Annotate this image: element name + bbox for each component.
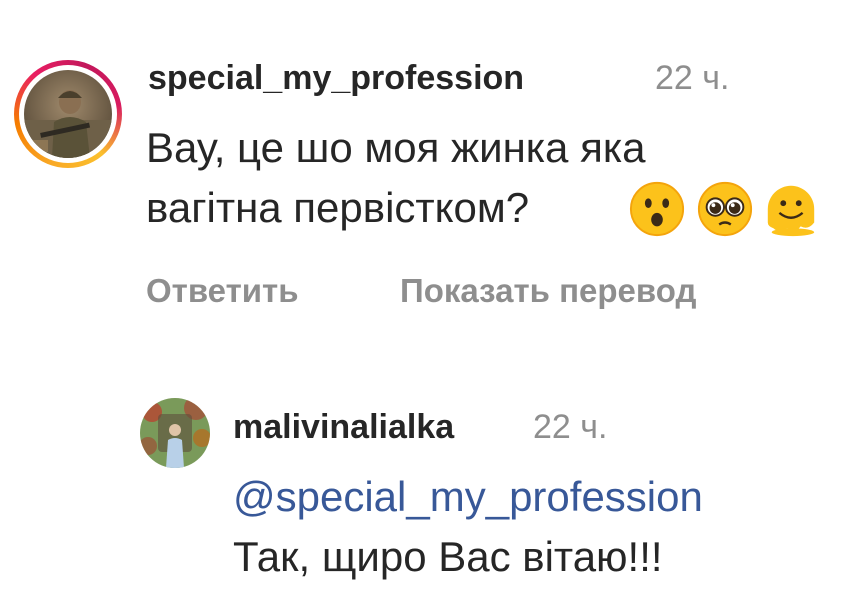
pleading-face-icon — [697, 181, 753, 237]
reply-text: Так, щиро Вас вітаю!!! — [233, 533, 663, 580]
comment-username[interactable]: special_my_profession — [148, 59, 524, 98]
reply-timestamp: 22 ч. — [533, 408, 608, 446]
avatar-ring-gap — [19, 65, 117, 163]
comment-text-line-1: Вау, це шо моя жинка яка — [146, 124, 646, 171]
hushed-face-icon — [629, 181, 685, 237]
reply-button[interactable]: Ответить — [146, 272, 299, 310]
avatar-story-ring[interactable] — [14, 60, 122, 168]
reply-mention-link[interactable]: @special_my_profession — [233, 473, 703, 521]
reply-avatar[interactable] — [140, 398, 210, 468]
comment-timestamp: 22 ч. — [655, 59, 730, 97]
show-translation-button[interactable]: Показать перевод — [400, 272, 696, 310]
comment-text-line-2: вагітна первістком? — [146, 184, 530, 231]
avatar[interactable] — [24, 70, 112, 158]
melting-face-icon — [767, 185, 815, 237]
reply-username[interactable]: malivinalialka — [233, 408, 454, 447]
